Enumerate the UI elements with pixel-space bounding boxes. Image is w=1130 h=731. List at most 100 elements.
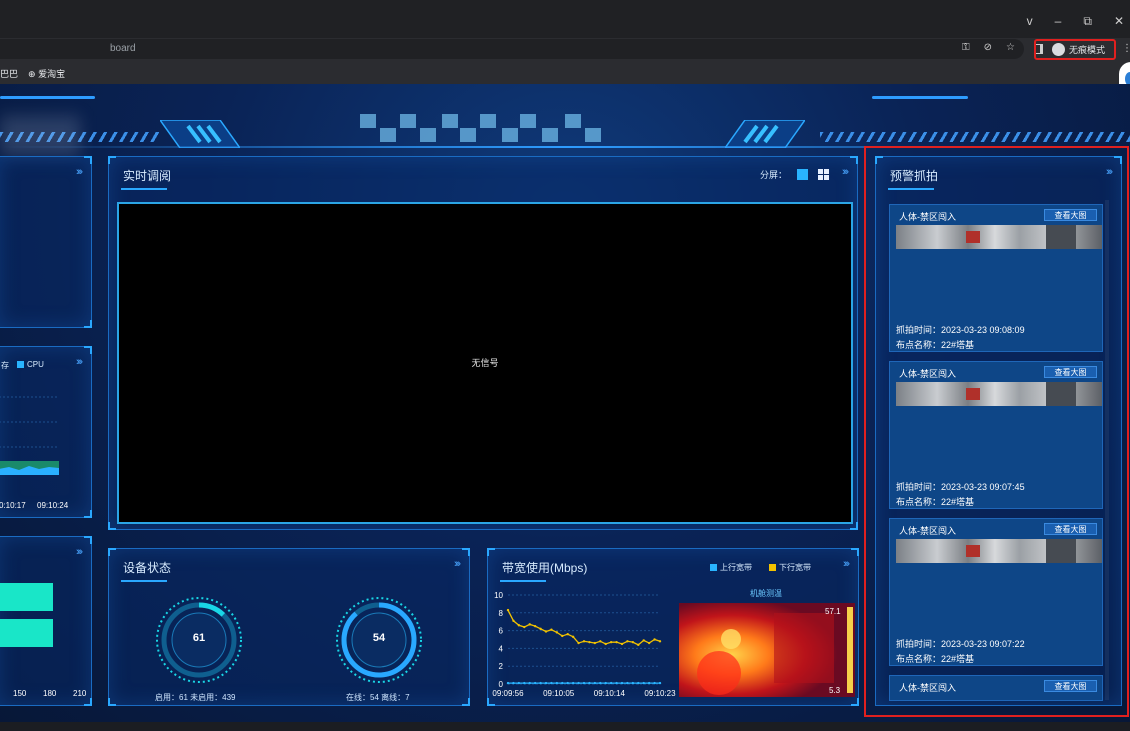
x-tick-label: 09:10:05 (543, 689, 575, 698)
restore-icon[interactable]: ⧉ (1083, 14, 1092, 29)
data-point (599, 681, 602, 685)
thermal-title: 机舱测温 (750, 589, 782, 598)
incognito-badge[interactable]: 无痕模式 (1034, 39, 1116, 60)
x-tick-label: 09:10:23 (644, 689, 676, 698)
bookmark-item[interactable]: ⊕ 爱淘宝 (28, 67, 65, 80)
data-point (620, 681, 624, 685)
tick-label: 150 (13, 689, 27, 698)
data-point (582, 681, 586, 685)
star-icon[interactable]: ☆ (1006, 42, 1015, 53)
data-point (506, 608, 510, 612)
key-icon[interactable]: ⚿ (962, 42, 970, 53)
browser-menu-icon[interactable]: ⋮ (1122, 43, 1130, 54)
dashboard-header (0, 96, 1130, 156)
expand-arrows-icon[interactable]: ››› (842, 166, 849, 178)
data-point (512, 681, 515, 685)
data-point (588, 681, 591, 685)
data-point (566, 632, 569, 636)
eye-off-icon[interactable]: ⊘ (984, 42, 992, 53)
data-point (539, 681, 542, 685)
data-point (528, 623, 531, 626)
bookmarks-bar: 巴巴 ⊕ 爱淘宝 (0, 60, 1130, 84)
data-point (555, 681, 559, 685)
globe-icon: ⊕ (28, 69, 36, 79)
data-point (561, 634, 564, 638)
data-point (593, 681, 597, 685)
time-label: 0:10:17 (0, 501, 26, 510)
omnibox-row: board ⚿ ⊘ ☆ (0, 38, 1130, 60)
data-point (658, 681, 662, 685)
expand-arrows-icon[interactable]: ››› (76, 356, 83, 368)
y-tick-label: 4 (499, 644, 504, 653)
header-stripes (820, 132, 1130, 142)
tick-label: 210 (73, 689, 87, 698)
data-point (571, 635, 575, 639)
time-label: 09:10:24 (37, 501, 69, 510)
tab-search-icon[interactable]: v (1027, 14, 1033, 29)
y-tick-label: 6 (499, 627, 504, 636)
y-tick-label: 8 (499, 609, 504, 618)
header-chevron-left (160, 120, 240, 148)
omnibox-icons: ⚿ ⊘ ☆ (962, 42, 1015, 53)
incognito-label: 无痕模式 (1069, 45, 1106, 55)
taskbar (0, 722, 1130, 731)
data-point (577, 681, 580, 685)
data-point (566, 681, 569, 685)
data-point (582, 640, 586, 643)
data-point (653, 681, 656, 685)
thermal-image: 57.1 5.3 (679, 603, 855, 697)
video-player[interactable]: 无信号 (117, 202, 853, 524)
legend-download: 下行宽带 (769, 562, 811, 573)
data-point (539, 627, 542, 631)
window-controls: v – ⧉ ✕ (1027, 14, 1124, 29)
blurred-region (0, 116, 80, 156)
split-label: 分屏： (759, 170, 787, 180)
data-point (642, 681, 645, 685)
header-chevron-right (725, 120, 805, 148)
expand-arrows-icon[interactable]: ››› (843, 558, 850, 570)
data-point (637, 643, 640, 647)
y-tick-label: 10 (494, 591, 503, 600)
x-tick-label: 09:09:56 (492, 689, 524, 698)
data-point (517, 681, 521, 685)
gauge-value: 61 (192, 632, 206, 644)
single-screen-icon[interactable] (797, 169, 808, 180)
bookmark-label: 爱淘宝 (38, 69, 66, 79)
expand-arrows-icon[interactable]: ››› (454, 558, 461, 570)
legend-upload: 上行宽带 (710, 562, 752, 573)
address-bar[interactable]: board (0, 39, 1024, 59)
data-point (626, 681, 629, 685)
cpu-area-chart (0, 396, 59, 475)
data-point (620, 642, 624, 646)
data-point (647, 641, 651, 645)
bandwidth-chart: 0 2 4 6 8 10 09:09:56 09:10:05 09:10:14 09:10:23 (492, 591, 676, 698)
data-point (571, 681, 575, 685)
data-point (506, 681, 510, 685)
data-point (615, 681, 618, 685)
incognito-icon (1052, 43, 1065, 56)
tick-label: 180 (43, 689, 57, 698)
data-point (637, 681, 640, 685)
data-point (544, 630, 548, 633)
url-text: board (110, 43, 136, 54)
data-point (642, 639, 645, 642)
header-accent-line (0, 96, 95, 99)
alert-highlight-outline (864, 146, 1129, 717)
left-bottom-panel: ››› 150 180 210 (0, 536, 92, 706)
bar (0, 619, 53, 647)
data-point (631, 640, 635, 644)
minimize-icon[interactable]: – (1055, 14, 1062, 29)
expand-arrows-icon[interactable]: ››› (76, 166, 83, 178)
quad-screen-icon[interactable] (818, 169, 829, 180)
expand-arrows-icon[interactable]: ››› (76, 546, 83, 558)
data-point (604, 681, 607, 685)
close-icon[interactable]: ✕ (1114, 14, 1124, 29)
data-point (523, 625, 526, 629)
no-signal-text: 无信号 (471, 358, 499, 368)
series-line (507, 609, 661, 646)
bookmark-item[interactable]: 巴巴 (0, 67, 18, 80)
data-point (550, 681, 553, 685)
data-point (647, 681, 651, 685)
gauge-value: 54 (372, 632, 386, 644)
dashboard-title-mosaic (330, 110, 610, 156)
